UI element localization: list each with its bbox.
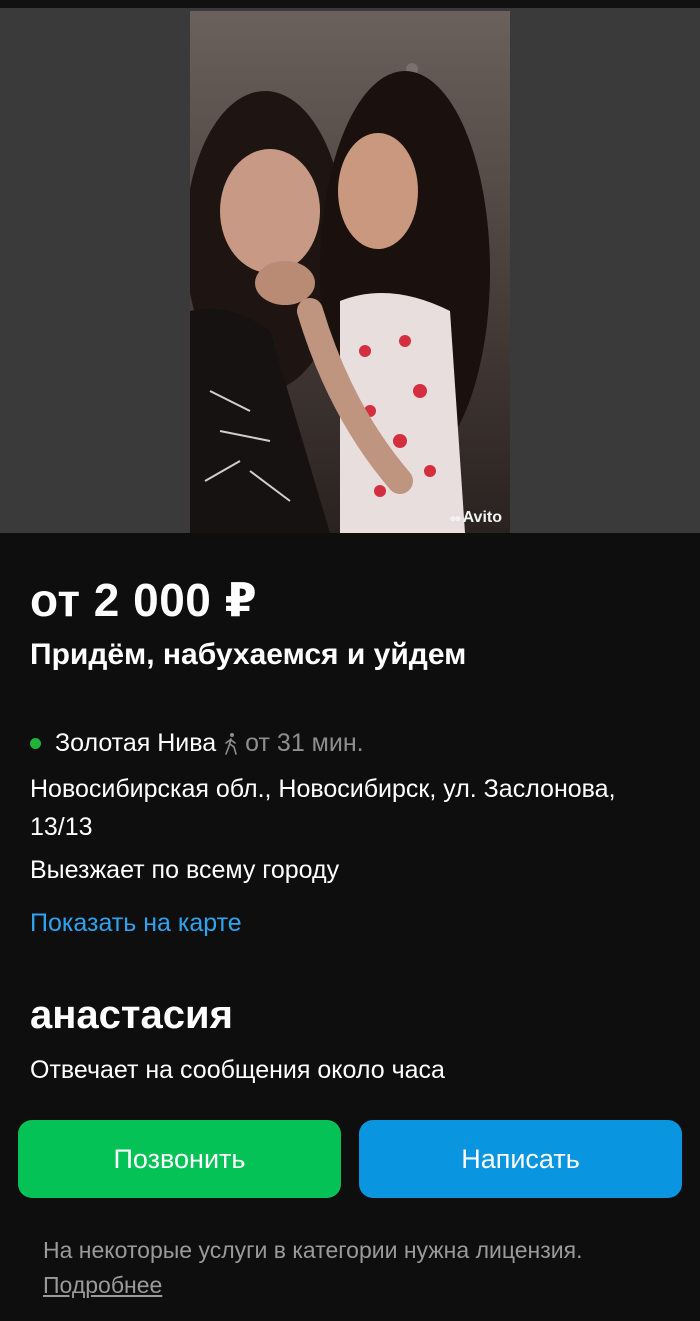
listing-photo[interactable]: ●● Avito [190,11,510,533]
metro-time-text: от 31 мин. [245,729,364,757]
listing-price: от 2 000 ₽ [30,574,258,626]
travel-note: Выезжает по всему городу [30,856,340,884]
listing-title: Придём, набухаемся и уйдем [30,638,467,671]
seller-reply-time: Отвечает на сообщения около часа [30,1056,445,1084]
photo-illustration [190,11,510,533]
avito-watermark: ●● Avito [449,509,502,527]
license-text: На некоторые услуги в категории нужна ли… [43,1237,583,1263]
more-info-link[interactable]: Подробнее [43,1272,162,1298]
walking-person-icon [225,732,237,755]
metro-line-icon [30,738,41,749]
seller-name[interactable]: анастасия [30,993,233,1038]
address: Новосибирская обл., Новосибирск, ул. Зас… [30,775,616,841]
license-notice: На некоторые услуги в категории нужна ли… [43,1233,643,1303]
avito-logo-icon: ●● [449,511,461,525]
photo-gallery[interactable]: ●● Avito [0,8,700,533]
status-bar-strip [0,0,700,8]
metro-station: Золотая Нива от 31 мин. [30,729,364,758]
call-button[interactable]: Позвонить [18,1120,341,1198]
metro-name: Золотая Нива [55,729,217,757]
watermark-text: Avito [462,509,502,526]
write-message-button[interactable]: Написать [359,1120,682,1198]
show-on-map-link[interactable]: Показать на карте [30,909,242,938]
metro-walk-time: от 31 мин. [222,729,364,758]
